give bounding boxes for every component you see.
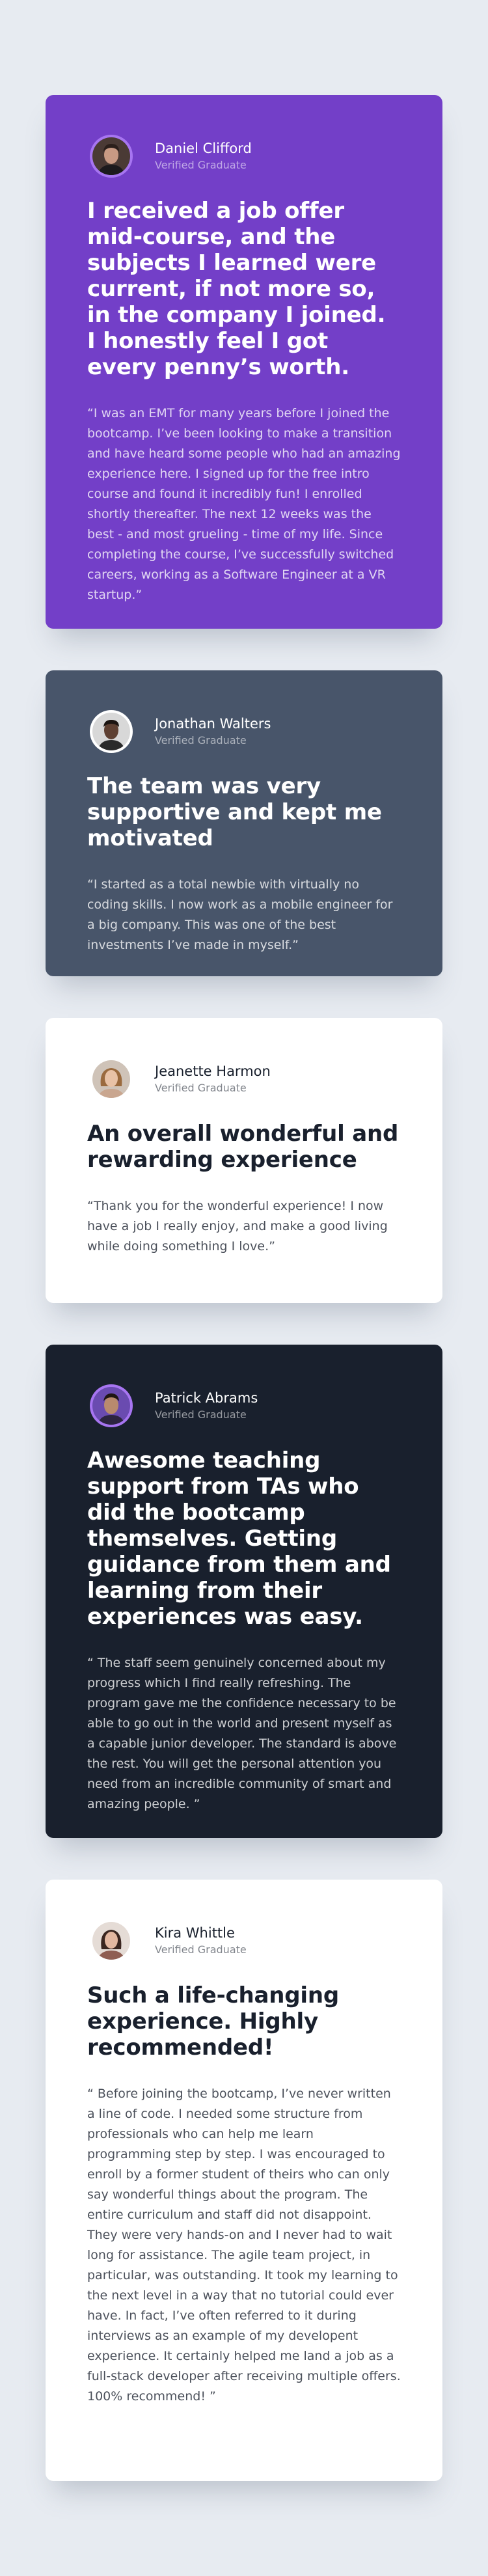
jonathan-walters-avatar [90, 710, 133, 753]
author-role: Verified Graduate [155, 1082, 247, 1094]
testimonial-quote: “I started as a total newbie with virtua… [87, 877, 393, 952]
author-name: Patrick Abrams [155, 1390, 258, 1406]
author-role: Verified Graduate [155, 734, 247, 747]
author-info: Patrick Abrams Verified Graduate [87, 1384, 401, 1428]
author-meta: Kira Whittle Verified Graduate [155, 1924, 247, 1958]
testimonial-card-patrick: Patrick Abrams Verified Graduate Awesome… [46, 1345, 442, 1838]
author-meta: Patrick Abrams Verified Graduate [155, 1389, 258, 1423]
testimonial-quote: “Thank you for the wonderful experience!… [87, 1199, 388, 1254]
author-role: Verified Graduate [155, 1408, 247, 1421]
testimonial-card-kira: Kira Whittle Verified Graduate Such a li… [46, 1880, 442, 2481]
author-name: Daniel Clifford [155, 141, 252, 156]
author-info: Kira Whittle Verified Graduate [87, 1919, 401, 1963]
daniel-clifford-avatar [90, 135, 133, 178]
testimonial-card-daniel: Daniel Clifford Verified Graduate I rece… [46, 95, 442, 629]
testimonial-headline: An overall wonderful and rewarding exper… [87, 1121, 399, 1173]
testimonial-quote: “I was an EMT for many years before I jo… [87, 406, 401, 602]
author-info: Daniel Clifford Verified Graduate [87, 134, 401, 178]
author-meta: Daniel Clifford Verified Graduate [155, 139, 252, 173]
testimonial-card-jeanette: Jeanette Harmon Verified Graduate An ove… [46, 1018, 442, 1303]
testimonial-card-jonathan: Jonathan Walters Verified Graduate The t… [46, 670, 442, 976]
testimonial-headline: The team was very supportive and kept me… [87, 773, 382, 851]
author-role: Verified Graduate [155, 1943, 247, 1956]
testimonial-quote: “ Before joining the bootcamp, I’ve neve… [87, 2087, 401, 2404]
author-meta: Jeanette Harmon Verified Graduate [155, 1062, 271, 1096]
author-role: Verified Graduate [155, 159, 247, 171]
author-info: Jeanette Harmon Verified Graduate [87, 1057, 401, 1101]
patrick-abrams-avatar [90, 1384, 133, 1427]
testimonial-headline: Awesome teaching support from TAs who di… [87, 1447, 391, 1630]
testimonial-quote: “ The staff seem genuinely concerned abo… [87, 1656, 397, 1811]
author-info: Jonathan Walters Verified Graduate [87, 709, 401, 754]
author-name: Jeanette Harmon [155, 1063, 271, 1079]
testimonial-headline: Such a life-changing experience. Highly … [87, 1982, 339, 2061]
testimonial-headline: I received a job offer mid-course, and t… [87, 198, 386, 380]
author-name: Jonathan Walters [155, 716, 271, 732]
author-meta: Jonathan Walters Verified Graduate [155, 715, 271, 748]
kira-whittle-avatar [90, 1919, 133, 1962]
testimonials-page: Daniel Clifford Verified Graduate I rece… [0, 0, 488, 2576]
author-name: Kira Whittle [155, 1925, 235, 1941]
jeanette-harmon-avatar [90, 1058, 133, 1101]
